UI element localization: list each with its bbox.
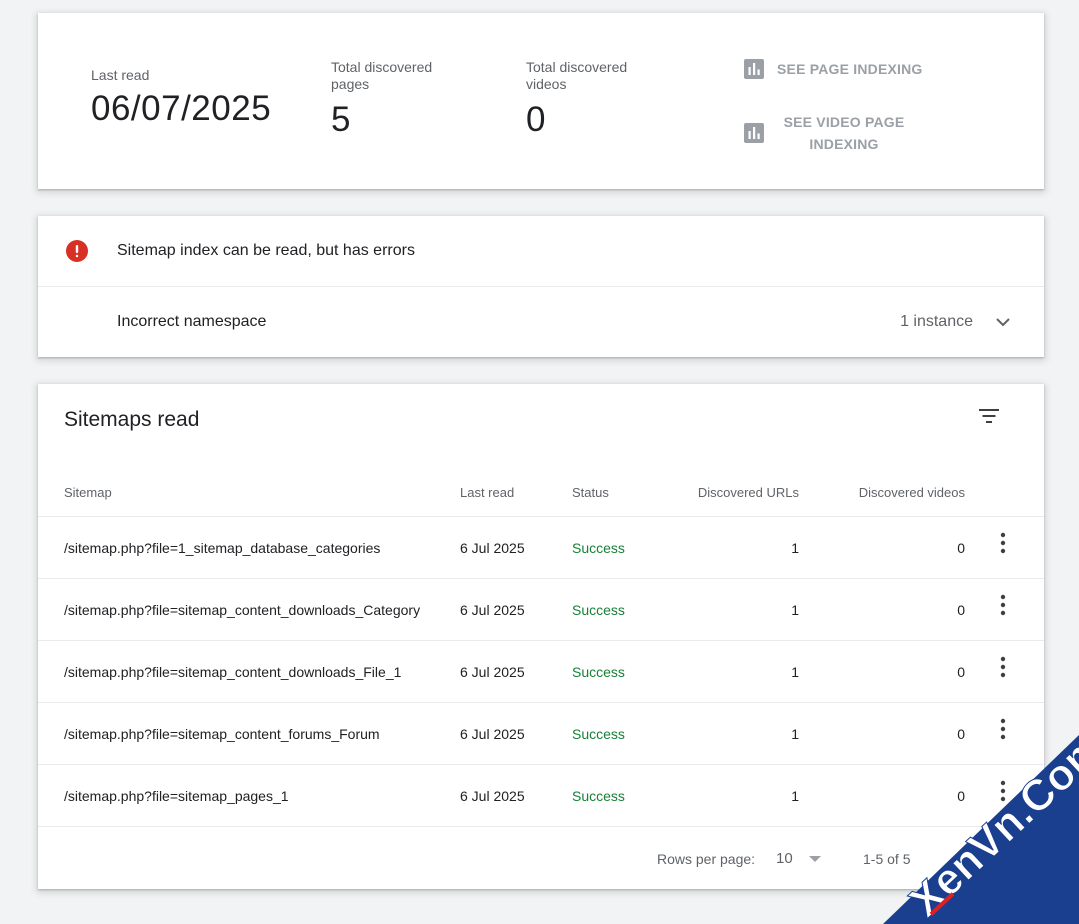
pagination: Rows per page: 10 1-5 of 5 [38, 827, 1044, 889]
cell-sitemap: /sitemap.php?file=sitemap_content_downlo… [64, 664, 402, 680]
table-row[interactable]: /sitemap.php?file=sitemap_content_downlo… [38, 579, 1044, 641]
discovered-pages-stat: Total discovered pages 5 [331, 59, 471, 140]
error-header-text: Sitemap index can be read, but has error… [117, 242, 415, 259]
cell-sitemap: /sitemap.php?file=sitemap_pages_1 [64, 788, 289, 804]
cell-discovered-urls: 1 [791, 602, 799, 618]
page-range: 1-5 of 5 [863, 851, 911, 867]
discovered-videos-label: Total discovered videos [526, 59, 628, 92]
table-row[interactable]: /sitemap.php?file=sitemap_content_forums… [38, 703, 1044, 765]
table-row[interactable]: /sitemap.php?file=sitemap_pages_1 6 Jul … [38, 765, 1044, 827]
cell-sitemap: /sitemap.php?file=sitemap_content_downlo… [64, 602, 421, 618]
more-vert-icon[interactable] [995, 655, 1011, 679]
cell-sitemap: /sitemap.php?file=sitemap_content_forums… [64, 726, 380, 742]
cell-status: Success [572, 664, 625, 680]
cell-status: Success [572, 726, 625, 742]
column-header-sitemap[interactable]: Sitemap [64, 485, 112, 500]
cell-last-read: 6 Jul 2025 [460, 664, 525, 680]
error-item-count: 1 instance [900, 313, 973, 330]
cell-discovered-urls: 1 [791, 664, 799, 680]
error-header: Sitemap index can be read, but has error… [38, 216, 1044, 287]
discovered-pages-value: 5 [331, 100, 351, 139]
cell-sitemap: /sitemap.php?file=1_sitemap_database_cat… [64, 540, 381, 556]
cell-discovered-urls: 1 [791, 726, 799, 742]
filter-icon[interactable] [977, 404, 1003, 428]
more-vert-icon[interactable] [995, 531, 1011, 555]
error-item-incorrect-namespace[interactable]: Incorrect namespace 1 instance [38, 287, 1044, 357]
cell-last-read: 6 Jul 2025 [460, 726, 525, 742]
cell-discovered-urls: 1 [791, 788, 799, 804]
see-video-indexing-label: SEE VIDEO PAGE INDEXING [783, 114, 905, 152]
cell-discovered-videos: 0 [957, 602, 965, 618]
cell-discovered-videos: 0 [957, 726, 965, 742]
bar-chart-icon [744, 59, 764, 79]
summary-card: Last read 06/07/2025 Total discovered pa… [38, 13, 1044, 189]
error-item-label: Incorrect namespace [117, 313, 267, 330]
column-header-status[interactable]: Status [572, 485, 609, 500]
cell-discovered-videos: 0 [957, 540, 965, 556]
more-vert-icon[interactable] [995, 717, 1011, 741]
cell-discovered-videos: 0 [957, 664, 965, 680]
sitemaps-card: Sitemaps read Sitemap Last read Status D… [38, 384, 1044, 889]
column-header-discovered-videos[interactable]: Discovered videos [859, 485, 965, 500]
see-video-indexing-button[interactable]: SEE VIDEO PAGE INDEXING [744, 111, 911, 155]
last-read-label: Last read [91, 67, 150, 83]
table-row[interactable]: /sitemap.php?file=sitemap_content_downlo… [38, 641, 1044, 703]
cell-status: Success [572, 540, 625, 556]
more-vert-icon[interactable] [995, 779, 1011, 803]
last-read-stat: Last read 06/07/2025 [91, 67, 271, 129]
dropdown-caret-icon[interactable] [809, 856, 821, 862]
column-header-last-read[interactable]: Last read [460, 485, 514, 500]
cell-discovered-videos: 0 [957, 788, 965, 804]
chevron-right-icon[interactable] [1001, 849, 1017, 867]
error-circle-icon [66, 240, 88, 262]
cell-last-read: 6 Jul 2025 [460, 788, 525, 804]
cell-status: Success [572, 602, 625, 618]
cell-last-read: 6 Jul 2025 [460, 540, 525, 556]
see-page-indexing-button[interactable]: SEE PAGE INDEXING [744, 59, 923, 79]
cell-last-read: 6 Jul 2025 [460, 602, 525, 618]
column-header-discovered-urls[interactable]: Discovered URLs [698, 485, 799, 500]
errors-card: Sitemap index can be read, but has error… [38, 216, 1044, 357]
cell-status: Success [572, 788, 625, 804]
rows-per-page-label: Rows per page: [657, 851, 756, 867]
rows-per-page-select[interactable]: 10 [776, 850, 793, 867]
chevron-down-icon[interactable] [993, 312, 1013, 332]
see-page-indexing-label: SEE PAGE INDEXING [777, 61, 923, 77]
last-read-value: 06/07/2025 [91, 89, 272, 128]
sitemaps-title: Sitemaps read [64, 408, 200, 431]
more-vert-icon[interactable] [995, 593, 1011, 617]
cell-discovered-urls: 1 [791, 540, 799, 556]
bar-chart-icon [744, 123, 764, 143]
discovered-videos-stat: Total discovered videos 0 [526, 59, 666, 140]
discovered-videos-value: 0 [526, 100, 546, 139]
table-row[interactable]: /sitemap.php?file=1_sitemap_database_cat… [38, 517, 1044, 579]
discovered-pages-label: Total discovered pages [331, 59, 433, 92]
table-header: Sitemap Last read Status Discovered URLs… [38, 472, 1044, 517]
